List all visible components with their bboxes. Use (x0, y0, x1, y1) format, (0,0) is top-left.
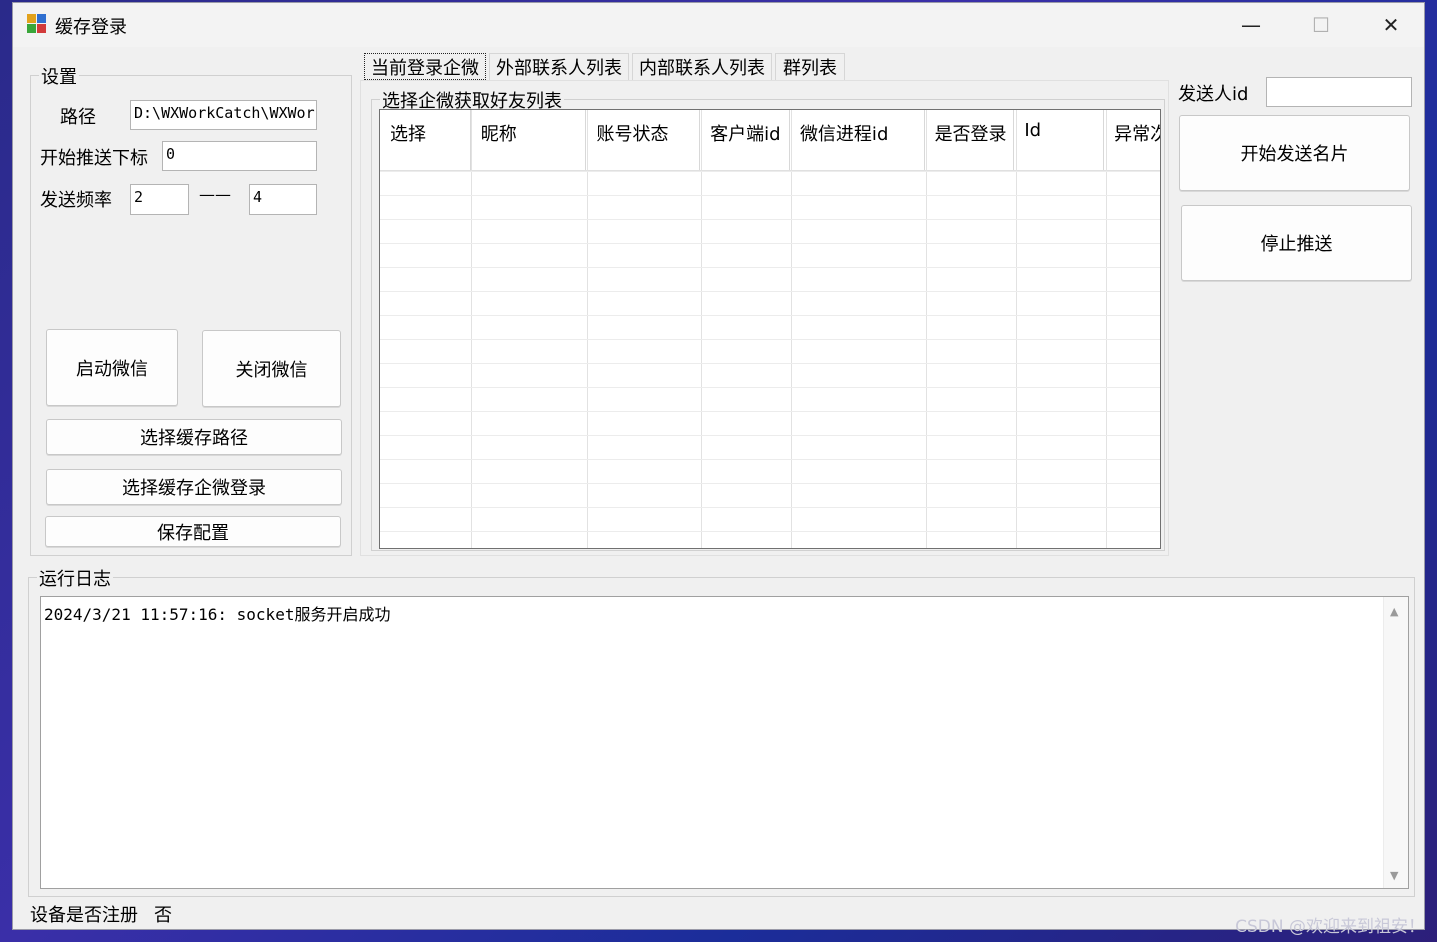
freq-min-input[interactable]: 2 (130, 184, 189, 215)
sender-id-label: 发送人id (1178, 84, 1249, 105)
column-header[interactable]: 客户端id (700, 110, 790, 170)
register-status-value: 否 (154, 905, 172, 926)
scroll-down-icon[interactable]: ▼ (1390, 869, 1398, 882)
window-title: 缓存登录 (55, 17, 127, 38)
column-header[interactable]: 微信进程id (790, 110, 925, 170)
log-line: 2024/3/21 11:57:16: socket服务开启成功 (44, 605, 391, 624)
log-textbox[interactable]: 2024/3/21 11:57:16: socket服务开启成功 ▲ ▼ (40, 596, 1409, 889)
close-wechat-button[interactable]: 关闭微信 (202, 330, 341, 407)
column-header[interactable]: Id (1014, 110, 1105, 170)
start-index-input[interactable]: 0 (162, 141, 317, 171)
settings-group-label: 设置 (39, 63, 79, 89)
tab-current-login[interactable]: 当前登录企微 (364, 53, 486, 80)
column-header[interactable]: 昵称 (471, 110, 587, 170)
start-send-card-button[interactable]: 开始发送名片 (1179, 115, 1410, 191)
path-input[interactable]: D:\WXWorkCatch\WXWor (130, 100, 317, 130)
register-status-label: 设备是否注册 (30, 905, 138, 926)
freq-max-input[interactable]: 4 (249, 184, 317, 215)
start-index-label: 开始推送下标 (40, 148, 148, 169)
close-icon[interactable]: ✕ (1356, 3, 1426, 47)
minimize-icon[interactable]: — (1216, 3, 1286, 47)
tab-group-list[interactable]: 群列表 (775, 53, 845, 80)
save-config-button[interactable]: 保存配置 (45, 516, 341, 547)
start-wechat-button[interactable]: 启动微信 (46, 329, 178, 406)
log-group-label: 运行日志 (37, 565, 113, 591)
log-scrollbar[interactable]: ▲ ▼ (1383, 597, 1408, 888)
title-bar: 缓存登录 — ☐ ✕ (13, 3, 1424, 47)
stop-push-button[interactable]: 停止推送 (1181, 205, 1412, 281)
column-header[interactable]: 选择 (380, 110, 471, 170)
main-window: 缓存登录 — ☐ ✕ 设置 路径 D:\WXWorkCatch\WXWor 开始… (12, 2, 1425, 930)
sender-id-input[interactable] (1266, 77, 1412, 107)
column-header[interactable]: 账号状态 (586, 110, 701, 170)
path-label: 路径 (60, 107, 96, 128)
freq-label: 发送频率 (40, 190, 112, 211)
choose-cache-path-button[interactable]: 选择缓存路径 (46, 419, 342, 455)
scroll-up-icon[interactable]: ▲ (1390, 605, 1398, 618)
freq-separator: —— (199, 185, 231, 204)
column-header[interactable]: 是否登录 (925, 110, 1015, 170)
maximize-icon[interactable]: ☐ (1286, 3, 1356, 47)
app-icon (27, 14, 47, 34)
friend-grid[interactable]: 选择 昵称 账号状态 客户端id 微信进程id 是否登录 Id 异常次 (379, 109, 1161, 549)
choose-cache-login-button[interactable]: 选择缓存企微登录 (46, 469, 342, 505)
grid-header: 选择 昵称 账号状态 客户端id 微信进程id 是否登录 Id 异常次 (380, 110, 1160, 171)
tab-internal-contacts[interactable]: 内部联系人列表 (632, 53, 772, 80)
column-header[interactable]: 异常次 (1104, 110, 1160, 170)
watermark: CSDN @欢迎来到祖安！ (1235, 917, 1425, 937)
tab-external-contacts[interactable]: 外部联系人列表 (489, 53, 629, 80)
